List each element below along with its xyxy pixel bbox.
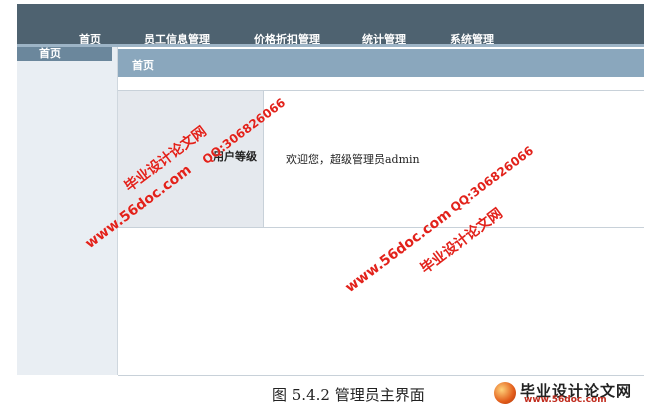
logo-url: www.56doc.com bbox=[524, 395, 607, 405]
panel-bottom-border bbox=[118, 375, 644, 376]
figure-caption: 图 5.4.2 管理员主界面 bbox=[272, 386, 425, 404]
welcome-text: 欢迎您，超级管理员admin bbox=[286, 153, 420, 166]
logo-ball-icon bbox=[494, 382, 516, 404]
site-logo: 毕业设计论文网 www.56doc.com bbox=[490, 380, 650, 406]
sidebar: 首页 bbox=[17, 47, 118, 375]
user-info-table: 用户等级 欢迎您，超级管理员admin bbox=[118, 90, 644, 228]
top-nav-bar: 首页 员工信息管理 价格折扣管理 统计管理 系统管理 bbox=[17, 4, 644, 46]
main-panel: 首页 用户等级 欢迎您，超级管理员admin bbox=[118, 47, 644, 375]
page-title: 首页 bbox=[132, 59, 154, 72]
main-header: 首页 bbox=[118, 49, 644, 77]
sidebar-item-home[interactable]: 首页 bbox=[17, 47, 112, 61]
